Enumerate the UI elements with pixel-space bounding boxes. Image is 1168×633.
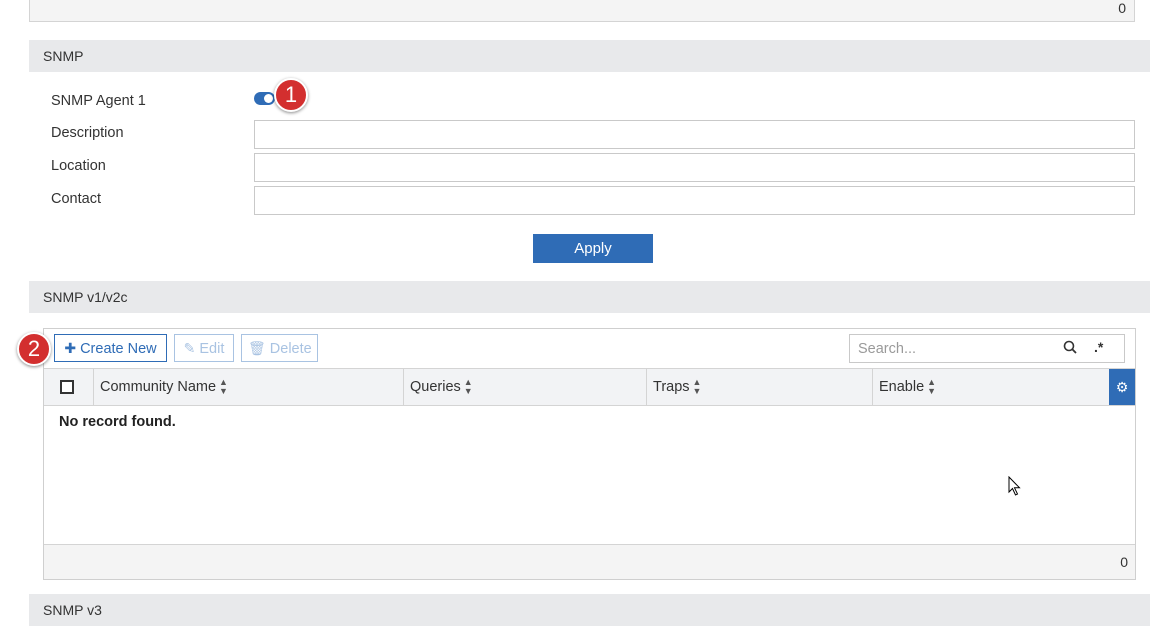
edit-button[interactable]: ✎ Edit	[174, 334, 234, 362]
toggle-knob	[264, 94, 273, 103]
column-traps[interactable]: Traps ▲ ▼	[647, 369, 873, 405]
column-traps-label: Traps	[653, 379, 690, 395]
previous-table-count: 0	[1118, 0, 1126, 16]
location-label: Location	[51, 158, 106, 174]
snmp-v1v2c-section-header: SNMP v1/v2c	[29, 281, 1150, 313]
plus-icon: ✚	[64, 340, 77, 356]
delete-label: Delete	[269, 341, 312, 357]
sort-icon: ▲ ▼	[927, 377, 937, 397]
description-label: Description	[51, 125, 124, 141]
previous-table-footer: 0	[29, 0, 1135, 22]
gear-icon: ⚙	[1115, 379, 1129, 395]
select-all-cell	[44, 369, 94, 405]
edit-icon: ✎	[183, 340, 196, 356]
location-input[interactable]	[254, 153, 1135, 182]
edit-label: Edit	[199, 341, 225, 357]
snmp-agent-toggle[interactable]	[254, 92, 275, 105]
regex-icon[interactable]: .*	[1094, 339, 1103, 355]
create-new-button[interactable]: ✚ Create New	[54, 334, 167, 362]
table-record-count: 0	[1120, 554, 1128, 570]
column-community-name-label: Community Name	[100, 379, 217, 395]
sort-icon: ▲ ▼	[463, 377, 473, 397]
sort-icon: ▲ ▼	[692, 377, 702, 397]
column-community-name[interactable]: Community Name ▲ ▼	[94, 369, 404, 405]
callout-badge-1: 1	[274, 78, 308, 112]
table-settings-button[interactable]: ⚙	[1109, 369, 1135, 405]
mouse-pointer-icon	[1008, 475, 1022, 500]
search-icon[interactable]	[1063, 340, 1077, 357]
snmp-section-header: SNMP	[29, 40, 1150, 72]
apply-button[interactable]: Apply	[533, 234, 653, 263]
sort-icon: ▲ ▼	[219, 377, 228, 397]
select-all-checkbox[interactable]	[60, 380, 74, 394]
search-box: .*	[849, 334, 1125, 363]
snmp-v3-section-header: SNMP v3	[29, 594, 1150, 626]
table-header: Community Name ▲ ▼ Queries ▲ ▼ Traps ▲ ▼ Enabl…	[44, 368, 1135, 406]
contact-label: Contact	[51, 191, 101, 207]
community-table-panel	[43, 328, 1136, 580]
description-input[interactable]	[254, 120, 1135, 149]
contact-input[interactable]	[254, 186, 1135, 215]
column-enable[interactable]: Enable ▲ ▼	[873, 369, 1109, 405]
column-queries-label: Queries	[410, 379, 461, 395]
column-queries[interactable]: Queries ▲ ▼	[404, 369, 647, 405]
empty-table-message: No record found.	[59, 414, 176, 430]
create-new-label: Create New	[80, 341, 157, 357]
callout-badge-2: 2	[17, 332, 51, 366]
table-footer: 0	[44, 544, 1135, 579]
delete-button[interactable]: 🗑 Delete	[241, 334, 318, 362]
column-enable-label: Enable	[879, 379, 925, 395]
trash-icon: 🗑	[248, 340, 266, 356]
search-input[interactable]	[858, 339, 1058, 359]
snmp-agent-label: SNMP Agent 1	[51, 93, 146, 109]
